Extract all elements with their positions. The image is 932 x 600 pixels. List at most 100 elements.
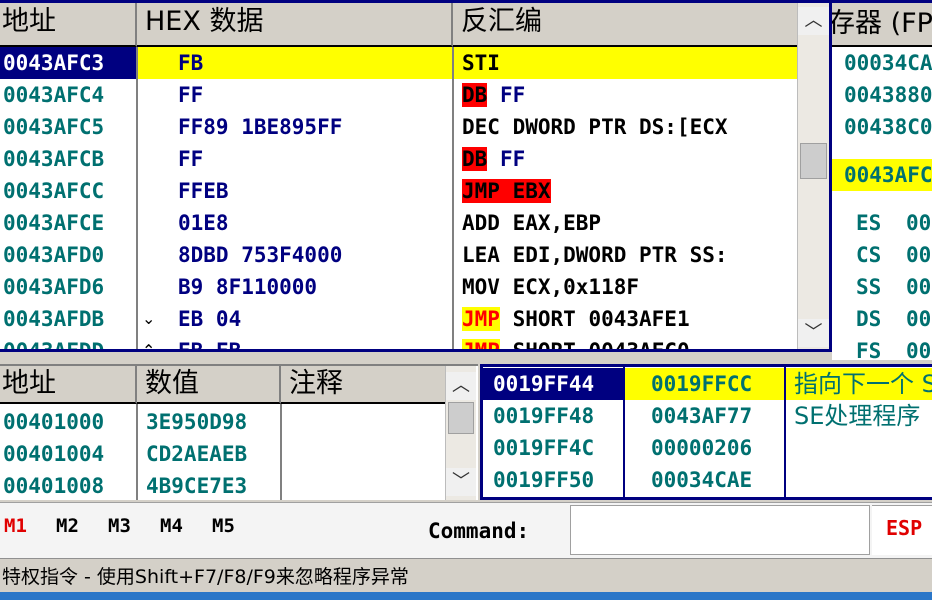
scroll-thumb[interactable]: [448, 402, 474, 434]
cpu-scrollbar[interactable]: ︿ ﹀: [797, 3, 829, 349]
dump-value[interactable]: 3E950D98: [138, 406, 280, 438]
disasm-address[interactable]: 0043AFCC: [0, 175, 136, 207]
disasm-instruction[interactable]: DEC DWORD PTR DS:[ECX: [454, 111, 797, 143]
disasm-hex[interactable]: FF: [138, 79, 452, 111]
dump-value[interactable]: 4B9CE7E3: [138, 470, 280, 500]
dump-row[interactable]: 00401000 3E950D98: [0, 406, 445, 438]
disasm-instruction[interactable]: ADD EAX,EBP: [454, 207, 797, 239]
stack-row[interactable]: 0019FF440019FFCC指向下一个 SEH 记录的指针: [483, 368, 932, 400]
stack-value[interactable]: 0043AF77: [625, 400, 784, 432]
disasm-hex[interactable]: FFEB: [138, 175, 452, 207]
disasm-row[interactable]: 0043AFDB ⌄ EB 04 JMP SHORT 0043AFE1: [0, 303, 797, 335]
disasm-instruction[interactable]: STI: [454, 47, 797, 79]
register-select[interactable]: ESP: [872, 505, 932, 555]
stack-address[interactable]: 0019FF44: [483, 368, 623, 400]
scroll-up-icon[interactable]: ︿: [798, 7, 829, 35]
disasm-hex[interactable]: 01E8: [138, 207, 452, 239]
disasm-hex[interactable]: FF: [138, 143, 452, 175]
stack-pane[interactable]: 0019FF440019FFCC指向下一个 SEH 记录的指针0019FF480…: [480, 364, 932, 500]
dump-header-comment[interactable]: 注释: [281, 366, 445, 404]
scroll-thumb[interactable]: [800, 143, 827, 179]
disasm-row[interactable]: 0043AFD6 B9 8F110000 MOV ECX,0x118F: [0, 271, 797, 303]
disasm-instruction[interactable]: JMP EBX: [454, 175, 797, 207]
registers-pane[interactable]: 存器 (FPU) 00034CAE 00438800 00438C00 0043…: [832, 0, 932, 360]
command-input[interactable]: [570, 505, 870, 555]
memory-tab[interactable]: M4: [160, 515, 183, 537]
stack-value[interactable]: 00000206: [625, 432, 784, 464]
dump-header-address[interactable]: 地址: [0, 366, 137, 404]
column-header-hex[interactable]: HEX 数据: [137, 3, 453, 47]
disasm-hex[interactable]: EB 04: [138, 303, 452, 335]
column-header-address[interactable]: 地址: [0, 3, 137, 47]
column-divider[interactable]: [136, 404, 138, 500]
segment-register-value[interactable]: 0023: [906, 271, 932, 303]
dump-scrollbar[interactable]: ︿ ﹀: [445, 366, 476, 500]
column-divider[interactable]: [452, 47, 454, 349]
scroll-down-icon[interactable]: ﹀: [446, 468, 476, 496]
disasm-row[interactable]: 0043AFCC FFEB JMP EBX: [0, 175, 797, 207]
disasm-address[interactable]: 0043AFD0: [0, 239, 136, 271]
disasm-row[interactable]: 0043AFC4 FF DB FF: [0, 79, 797, 111]
stack-address[interactable]: 0019FF50: [483, 464, 623, 496]
disasm-instruction[interactable]: MOV ECX,0x118F: [454, 271, 797, 303]
disasm-row[interactable]: 0043AFC3 FB STI: [0, 47, 797, 79]
disasm-address[interactable]: 0043AFC4: [0, 79, 136, 111]
segment-register-value[interactable]: 0023: [906, 303, 932, 335]
dump-value[interactable]: CD2AEAEB: [138, 438, 280, 470]
memory-tab[interactable]: M2: [56, 515, 79, 537]
disasm-hex[interactable]: B9 8F110000: [138, 271, 452, 303]
stack-row[interactable]: 0019FF4C 00000206: [483, 432, 932, 464]
register-value[interactable]: 00438800: [844, 79, 932, 111]
disasm-row[interactable]: 0043AFC5 FF89 1BE895FF DEC DWORD PTR DS:[E…: [0, 111, 797, 143]
stack-value[interactable]: 00034CAE: [625, 464, 784, 496]
scroll-up-icon[interactable]: ︿: [446, 372, 476, 400]
stack-value[interactable]: 0019FFCC: [625, 368, 784, 400]
disasm-row[interactable]: 0043AFDD ⌃ EB FB JMP SHORT 0043AFC0: [0, 335, 797, 349]
disasm-address[interactable]: 0043AFCB: [0, 143, 136, 175]
disasm-instruction[interactable]: JMP SHORT 0043AFE1: [454, 303, 797, 335]
scroll-down-icon[interactable]: ﹀: [798, 319, 829, 347]
register-value[interactable]: 00034CAE: [844, 47, 932, 79]
stack-address[interactable]: 0019FF4C: [483, 432, 623, 464]
memory-tab[interactable]: M1: [4, 515, 27, 537]
cpu-disassembly-pane[interactable]: 地址 HEX 数据 反汇编 0043AFC3 FB STI 0043AFC4 FF DB …: [0, 0, 832, 352]
column-divider[interactable]: [784, 367, 786, 497]
memory-tab[interactable]: M3: [108, 515, 131, 537]
column-divider[interactable]: [136, 47, 138, 349]
column-header-disassembly[interactable]: 反汇编: [453, 3, 797, 47]
segment-register-value[interactable]: 003B: [906, 335, 932, 360]
disasm-address[interactable]: 0043AFC3: [0, 47, 136, 79]
disasm-hex[interactable]: FB: [138, 47, 452, 79]
stack-row[interactable]: 0019FF50 00034CAE: [483, 464, 932, 496]
stack-address[interactable]: 0019FF48: [483, 400, 623, 432]
column-divider[interactable]: [280, 404, 282, 500]
disasm-instruction[interactable]: DB FF: [454, 79, 797, 111]
disasm-hex[interactable]: EB FB: [138, 335, 452, 349]
dump-row[interactable]: 00401004 CD2AEAEB: [0, 438, 445, 470]
disasm-instruction[interactable]: DB FF: [454, 143, 797, 175]
disasm-address[interactable]: 0043AFCE: [0, 207, 136, 239]
segment-register-value[interactable]: 001B: [906, 239, 932, 271]
disasm-address[interactable]: 0043AFD6: [0, 271, 136, 303]
dump-row[interactable]: 00401008 4B9CE7E3: [0, 470, 445, 500]
disasm-row[interactable]: 0043AFCB FF DB FF: [0, 143, 797, 175]
column-divider[interactable]: [623, 367, 625, 497]
disasm-instruction[interactable]: LEA EDI,DWORD PTR SS:: [454, 239, 797, 271]
stack-row[interactable]: 0019FF48 0043AF77 SE处理程序: [483, 400, 932, 432]
memory-dump-pane[interactable]: 地址 数值 注释 00401000 3E950D98 00401004 CD2AEAE…: [0, 364, 478, 500]
disasm-address[interactable]: 0043AFC5: [0, 111, 136, 143]
register-eip-value[interactable]: 0043AFC3: [844, 159, 932, 191]
disasm-row[interactable]: 0043AFD0 8DBD 753F4000 LEA EDI,DWORD PTR S…: [0, 239, 797, 271]
memory-tab[interactable]: M5: [212, 515, 235, 537]
disasm-hex[interactable]: FF89 1BE895FF: [138, 111, 452, 143]
dump-address[interactable]: 00401000: [0, 406, 136, 438]
segment-register-value[interactable]: 0023: [906, 207, 932, 239]
dump-address[interactable]: 00401008: [0, 470, 136, 500]
disasm-address[interactable]: 0043AFDD: [0, 335, 136, 349]
disasm-row[interactable]: 0043AFCE 01E8 ADD EAX,EBP: [0, 207, 797, 239]
registers-header[interactable]: 存器 (FPU): [832, 3, 932, 47]
disasm-instruction[interactable]: JMP SHORT 0043AFC0: [454, 335, 797, 349]
disasm-address[interactable]: 0043AFDB: [0, 303, 136, 335]
register-value[interactable]: 00438C00: [844, 111, 932, 143]
dump-header-value[interactable]: 数值: [137, 366, 281, 404]
